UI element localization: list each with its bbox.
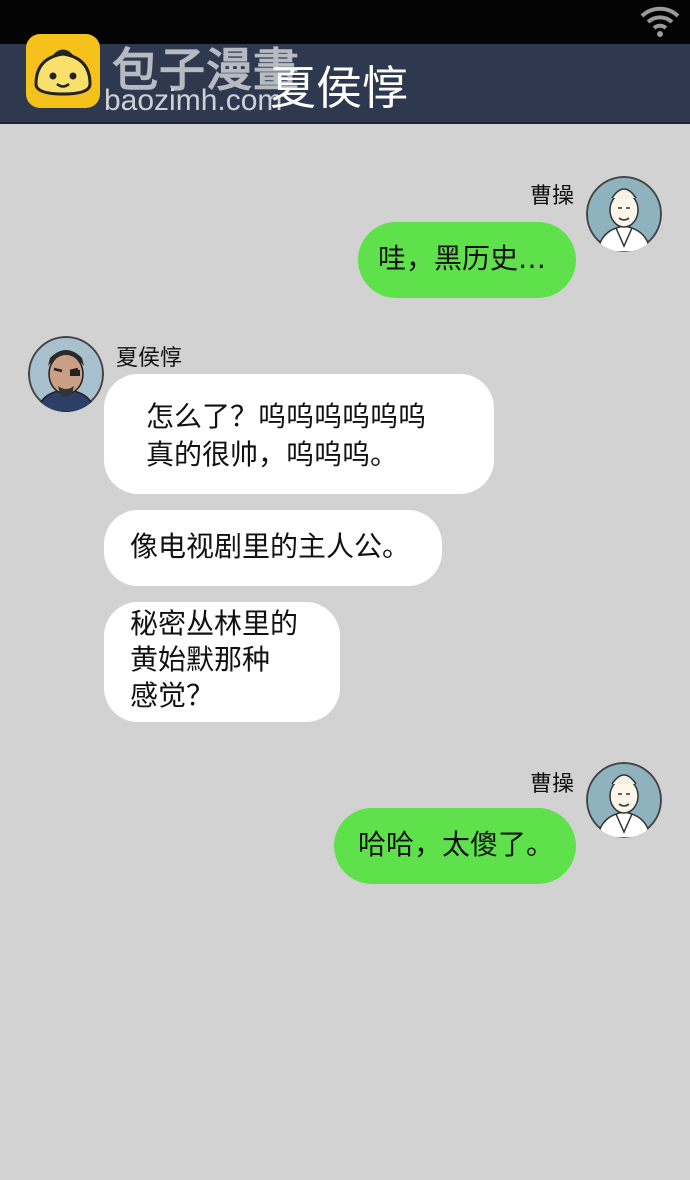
- sender-name: 曹操: [530, 184, 575, 209]
- message-text: 哇，黑历史…: [378, 242, 547, 275]
- message-bubble-incoming[interactable]: 像电视剧里的主人公。: [104, 510, 442, 586]
- chat-title: 夏侯惇: [270, 61, 408, 115]
- message-bubble-outgoing[interactable]: 哇，黑历史…: [358, 222, 576, 298]
- message-text: 黄始默那种: [130, 643, 271, 676]
- message-bubble-outgoing[interactable]: 哈哈，太傻了。: [334, 808, 576, 884]
- watermark-url: baozimh.com: [104, 84, 283, 117]
- wifi-icon: [640, 6, 680, 37]
- message-text: 秘密丛林里的: [130, 607, 299, 640]
- sender-name: 曹操: [530, 772, 575, 797]
- message-text: 怎么了？呜呜呜呜呜呜: [146, 400, 427, 433]
- bun-logo-icon: [26, 34, 100, 108]
- message-bubble-incoming[interactable]: 怎么了？呜呜呜呜呜呜 真的很帅，呜呜呜。: [104, 374, 494, 494]
- message-text: 感觉？: [130, 679, 215, 712]
- caocao-avatar-icon[interactable]: [586, 176, 662, 252]
- message-bubble-incoming[interactable]: 秘密丛林里的 黄始默那种 感觉？: [104, 602, 340, 722]
- message-text: 真的很帅，呜呜呜。: [146, 438, 399, 471]
- message-text: 哈哈，太傻了。: [358, 828, 555, 861]
- message-text: 像电视剧里的主人公。: [130, 530, 411, 563]
- sender-name: 夏侯惇: [116, 346, 183, 371]
- caocao-avatar-icon[interactable]: [586, 762, 662, 838]
- xiahoudun-avatar-icon[interactable]: [28, 336, 104, 412]
